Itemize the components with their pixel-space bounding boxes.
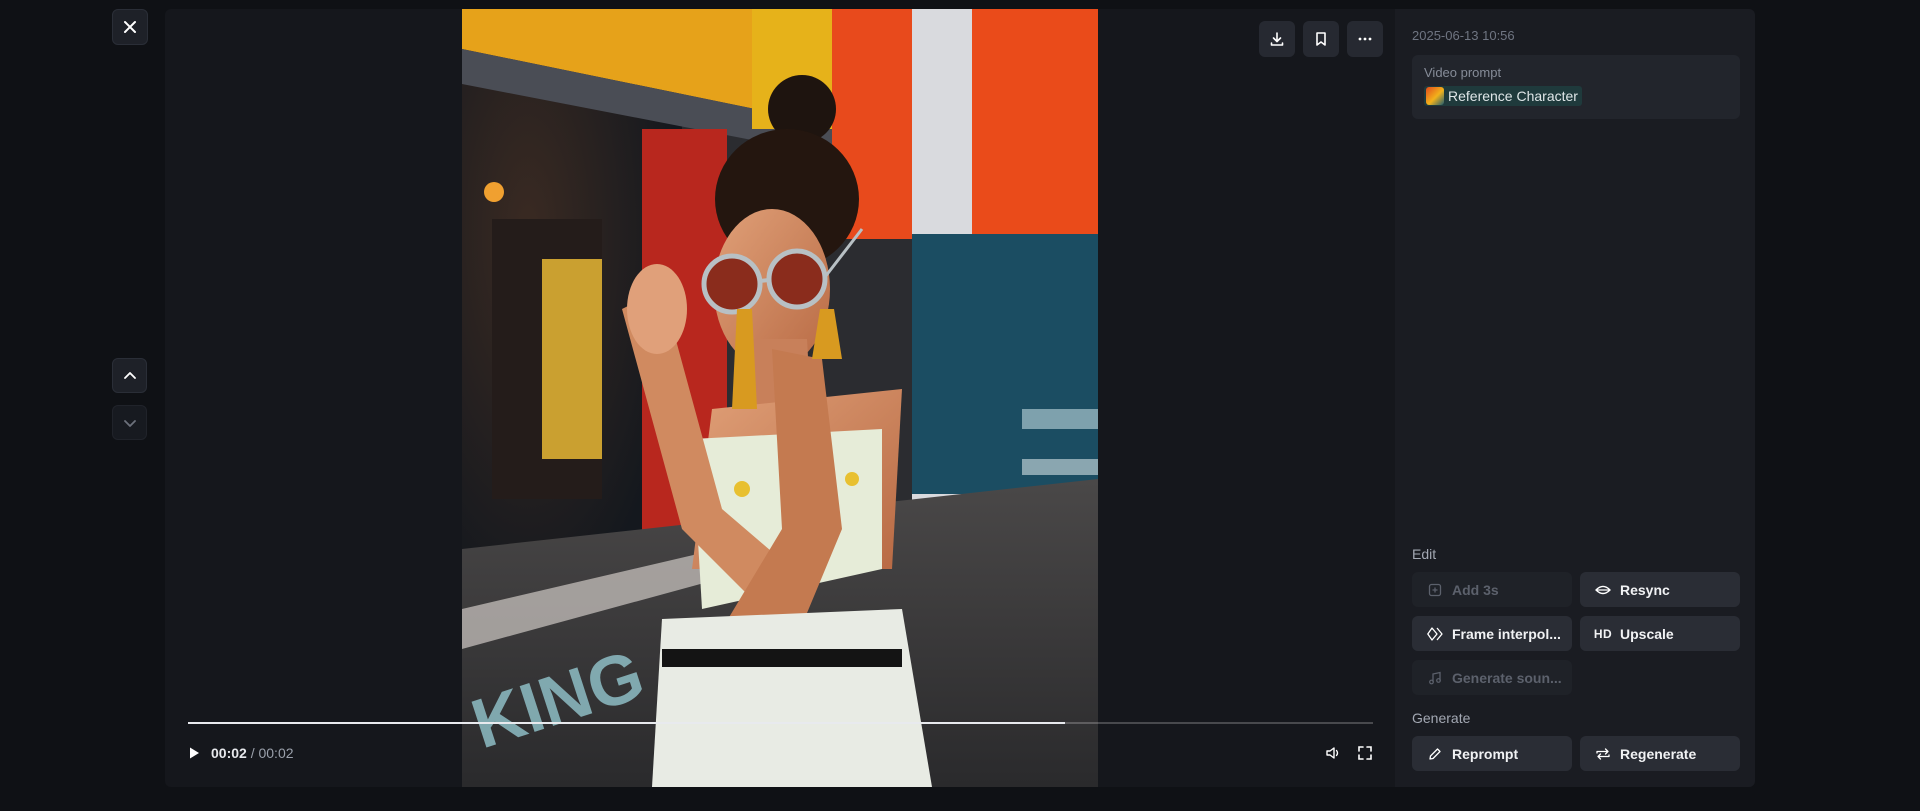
lips-icon (1594, 584, 1612, 596)
frame-interpolation-button[interactable]: Frame interpol... (1412, 616, 1572, 651)
progress-bar[interactable] (188, 722, 1373, 724)
previous-button[interactable] (112, 358, 147, 393)
generate-section-title: Generate (1412, 710, 1471, 726)
time-separator: / (246, 745, 259, 761)
chevron-up-icon (123, 371, 136, 379)
video-still-image: KING (462, 9, 1098, 787)
chevron-down-icon (123, 419, 136, 427)
generate-sound-label: Generate soun... (1452, 669, 1562, 686)
repeat-icon (1594, 747, 1612, 761)
duration: 00:02 (258, 745, 294, 761)
edit-section-title: Edit (1412, 546, 1437, 562)
play-button[interactable] (187, 746, 201, 760)
generate-sound-button[interactable]: Generate soun... (1412, 660, 1572, 695)
reference-character-label: Reference Character (1448, 88, 1578, 104)
play-icon (190, 747, 199, 759)
video-prompt-label: Video prompt (1424, 65, 1502, 80)
add-3s-button[interactable]: Add 3s (1412, 572, 1572, 607)
close-button[interactable] (112, 9, 148, 45)
add-clip-icon (1426, 583, 1444, 597)
reprompt-label: Reprompt (1452, 745, 1519, 762)
bookmark-button[interactable] (1303, 21, 1339, 57)
current-time: 00:02 (211, 745, 247, 761)
volume-button[interactable] (1325, 745, 1341, 761)
volume-icon (1326, 747, 1339, 759)
upscale-button[interactable]: HD Upscale (1580, 616, 1740, 651)
video-frame[interactable]: KING (462, 9, 1098, 787)
fullscreen-icon (1358, 746, 1372, 760)
regenerate-label: Regenerate (1620, 745, 1697, 762)
music-note-icon (1426, 671, 1444, 685)
video-prompt-card: Video prompt Reference Character (1412, 55, 1740, 119)
video-player[interactable]: KING 00:02 / 00:02 (165, 9, 1395, 787)
download-button[interactable] (1259, 21, 1295, 57)
reprompt-button[interactable]: Reprompt (1412, 736, 1572, 771)
pencil-icon (1426, 747, 1444, 761)
next-button[interactable] (112, 405, 147, 440)
progress-fill (188, 722, 1065, 724)
close-icon (124, 21, 136, 33)
time-display: 00:02 / 00:02 (211, 745, 294, 761)
download-icon (1270, 32, 1284, 46)
reference-avatar (1426, 87, 1444, 105)
regenerate-button[interactable]: Regenerate (1580, 736, 1740, 771)
created-timestamp: 2025-06-13 10:56 (1412, 28, 1515, 43)
frame-interpolation-label: Frame interpol... (1452, 625, 1561, 642)
resync-button[interactable]: Resync (1580, 572, 1740, 607)
details-sidebar: 2025-06-13 10:56 Video prompt Reference … (1395, 9, 1755, 787)
add-3s-label: Add 3s (1452, 581, 1499, 598)
upscale-label: Upscale (1620, 625, 1674, 642)
diamond-icon (1426, 626, 1444, 641)
reference-character-chip[interactable]: Reference Character (1424, 86, 1582, 106)
more-options-button[interactable] (1347, 21, 1383, 57)
fullscreen-button[interactable] (1357, 745, 1373, 761)
resync-label: Resync (1620, 581, 1670, 598)
more-icon (1358, 37, 1372, 41)
bookmark-icon (1316, 32, 1326, 46)
hd-icon: HD (1593, 626, 1613, 641)
